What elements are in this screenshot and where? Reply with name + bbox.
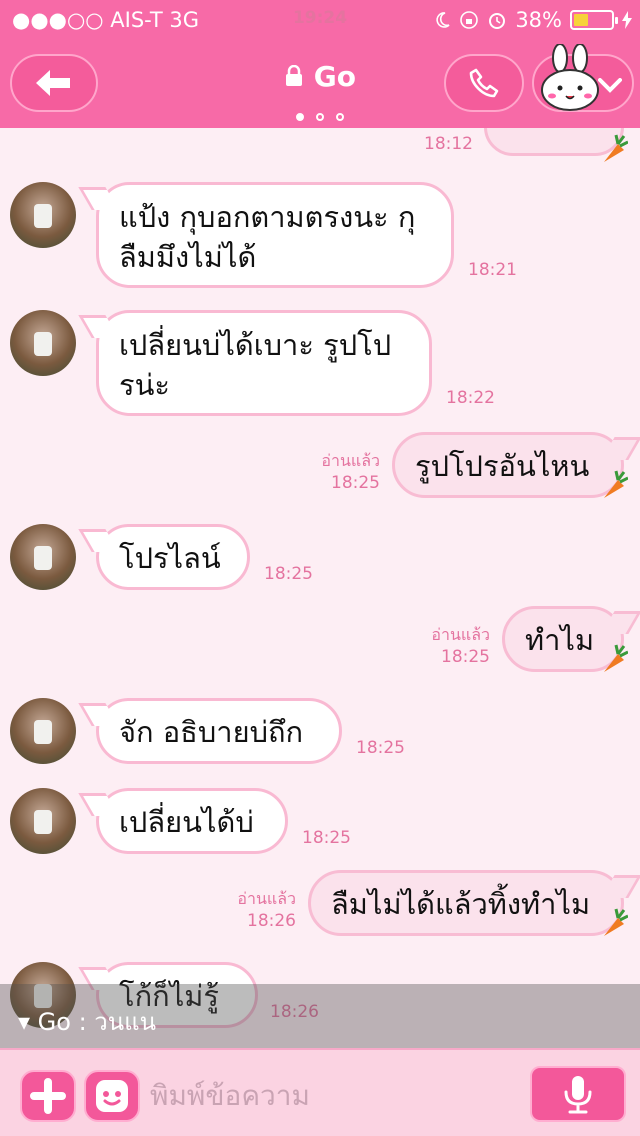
battery-percent: 38% (515, 8, 562, 32)
carrot-icon (604, 134, 628, 162)
message-time: 18:25 (441, 647, 490, 667)
chat-header: ●●●○○ AIS-T 3G 19:24 38% Go (0, 0, 640, 128)
read-label: อ่านแล้ว (321, 451, 380, 470)
message-time: 18:12 (424, 134, 473, 154)
message-bubble[interactable]: เปลี่ยนบ่ได้เบาะ รูปโป รน่ะ (96, 310, 432, 416)
carrot-icon (604, 644, 628, 672)
message-input[interactable] (150, 1068, 520, 1122)
message-bubble[interactable]: โปรไลน์ (96, 524, 250, 590)
page-dot (316, 113, 324, 121)
status-bar: ●●●○○ AIS-T 3G 19:24 38% (0, 0, 640, 40)
message-time: 18:25 (264, 564, 313, 584)
message-time: 18:25 (356, 738, 405, 758)
read-label: อ่านแล้ว (431, 625, 490, 644)
charging-icon (622, 11, 632, 29)
phone-icon (469, 68, 499, 98)
read-label: อ่านแล้ว (237, 889, 296, 908)
call-button[interactable] (444, 54, 524, 112)
message-time: 18:25 (302, 828, 351, 848)
battery-icon (570, 10, 618, 30)
bunny-sticker-icon (541, 44, 599, 111)
lock-icon (286, 64, 303, 86)
avatar[interactable] (10, 310, 76, 376)
menu-button[interactable] (532, 44, 634, 112)
message-bubble[interactable]: จัก อธิบายบ่ถึก (96, 698, 342, 764)
voice-message-button[interactable] (530, 1066, 626, 1122)
sticker-button[interactable] (84, 1070, 140, 1122)
message-time: 18:21 (468, 260, 517, 280)
alarm-icon (489, 13, 506, 29)
message-bubble[interactable]: รูปโปรอันไหน (392, 432, 624, 498)
battery-level (574, 14, 588, 26)
avatar[interactable] (10, 182, 76, 248)
rotation-lock-icon (460, 11, 479, 29)
message-bubble[interactable]: ลืมไม่ได้แล้วทิ้งทำไม (308, 870, 624, 936)
message-time: 18:22 (446, 388, 495, 408)
avatar[interactable] (10, 698, 76, 764)
message-bubble[interactable]: เปลี่ยนได้บ่ (96, 788, 288, 854)
message-time: 18:25 (331, 473, 380, 493)
status-right: 38% (433, 8, 632, 32)
page-dot (336, 113, 344, 121)
carrot-icon (604, 470, 628, 498)
read-receipt: อ่านแล้ว 18:26 (216, 888, 296, 932)
plus-icon (30, 1078, 66, 1114)
chat-title-text: Go (313, 60, 356, 93)
input-bar (0, 1048, 640, 1136)
new-message-banner[interactable]: ▾ Go : วนแน (0, 984, 640, 1048)
page-dot (296, 113, 304, 121)
read-receipt: อ่านแล้ว 18:25 (300, 450, 380, 494)
avatar[interactable] (10, 524, 76, 590)
microphone-icon (564, 1076, 592, 1114)
add-attachment-button[interactable] (20, 1070, 76, 1122)
chevron-down-icon (598, 78, 622, 93)
carrot-icon (604, 908, 628, 936)
smiley-icon (96, 1080, 128, 1112)
message-list[interactable]: 18:12 แป้ง กุบอกตามตรงนะ กุ ลืมมึงไม่ได้… (0, 128, 640, 1048)
read-receipt: อ่านแล้ว 18:25 (410, 624, 490, 668)
banner-text: ▾ Go : วนแน (18, 1008, 157, 1036)
avatar[interactable] (10, 788, 76, 854)
message-bubble[interactable]: แป้ง กุบอกตามตรงนะ กุ ลืมมึงไม่ได้ (96, 182, 454, 288)
message-time: 18:26 (247, 911, 296, 931)
moon-icon (436, 12, 450, 28)
